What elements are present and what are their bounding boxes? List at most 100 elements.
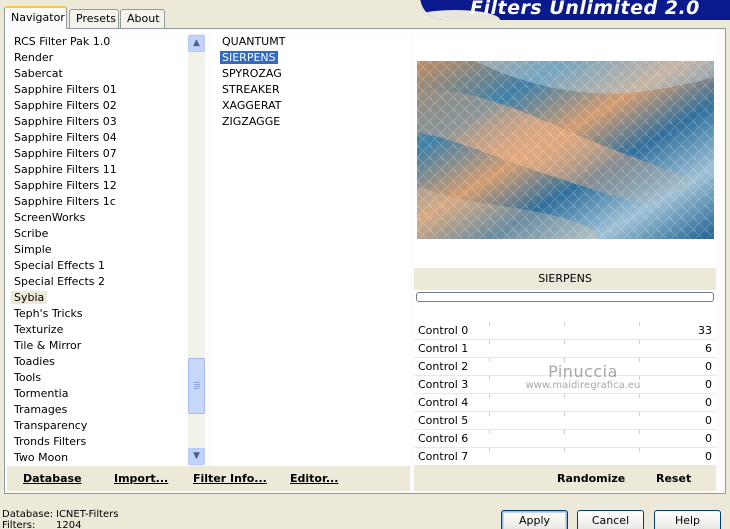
category-item[interactable]: Tile & Mirror: [7, 338, 189, 354]
slider-tick: [564, 358, 565, 362]
filter-item-label: SPYROZAG: [222, 67, 282, 80]
cancel-button[interactable]: Cancel: [577, 510, 644, 529]
slider-tick: [489, 412, 490, 416]
category-item[interactable]: Scribe: [7, 226, 189, 242]
controls-list: Control 0 33 Control 1 6 Control 2 0 Control 3…: [414, 322, 716, 466]
category-item[interactable]: Special Effects 2: [7, 274, 189, 290]
scroll-thumb[interactable]: [188, 358, 205, 414]
help-button[interactable]: Help: [654, 510, 721, 529]
category-item[interactable]: Teph's Tricks: [7, 306, 189, 322]
database-button[interactable]: Database: [23, 472, 82, 485]
category-list[interactable]: RCS Filter Pak 1.0 Render Sabercat Sapphire…: [7, 34, 207, 466]
filter-item-label: XAGGERAT: [222, 99, 282, 112]
filter-info-button[interactable]: Filter Info...: [193, 472, 267, 485]
category-item-label: Sapphire Filters 11: [14, 163, 117, 176]
tab-about[interactable]: About: [120, 9, 165, 28]
category-item[interactable]: Tramages: [7, 402, 189, 418]
randomize-button[interactable]: Randomize: [557, 472, 625, 485]
filter-item-label: SIERPENS: [220, 51, 278, 64]
filter-item[interactable]: ZIGZAGGE: [212, 114, 410, 130]
category-item[interactable]: Tronds Filters: [7, 434, 189, 450]
filter-list[interactable]: QUANTUMT SIERPENS SPYROZAG STREAKER XAGGERAT…: [212, 34, 410, 466]
category-item[interactable]: Sapphire Filters 04: [7, 130, 189, 146]
filter-item[interactable]: STREAKER: [212, 82, 410, 98]
category-item-label: Sapphire Filters 12: [14, 179, 117, 192]
scroll-up-button[interactable]: ▲: [188, 35, 205, 52]
category-item[interactable]: Sapphire Filters 02: [7, 98, 189, 114]
category-item[interactable]: Sapphire Filters 01: [7, 82, 189, 98]
category-item[interactable]: Sybia: [7, 290, 189, 306]
slider-tick: [489, 358, 490, 362]
category-item[interactable]: Sapphire Filters 1c: [7, 194, 189, 210]
control-value: 0: [705, 450, 712, 463]
control-label: Control 3: [418, 378, 469, 391]
category-item[interactable]: Sabercat: [7, 66, 189, 82]
category-item-label: Tramages: [14, 403, 68, 416]
control-value: 0: [705, 414, 712, 427]
import-button[interactable]: Import...: [114, 472, 168, 485]
category-scrollbar[interactable]: ▲ ▼: [188, 34, 205, 466]
tab-navigator[interactable]: Navigator: [4, 6, 67, 29]
category-item[interactable]: Texturize: [7, 322, 189, 338]
app-title: Filters Unlimited 2.0: [470, 0, 700, 19]
category-item[interactable]: Sapphire Filters 03: [7, 114, 189, 130]
slider-tick: [564, 340, 565, 344]
category-item[interactable]: Tormentia: [7, 386, 189, 402]
control-value: 33: [698, 324, 712, 337]
left-toolbar: Database Import... Filter Info... Editor…: [7, 466, 410, 491]
category-item-label: ScreenWorks: [14, 211, 86, 224]
category-item[interactable]: RCS Filter Pak 1.0: [7, 34, 189, 50]
control-label: Control 5: [418, 414, 469, 427]
category-item-label: Toadies: [14, 355, 55, 368]
scroll-down-button[interactable]: ▼: [188, 448, 205, 465]
control-slider-row[interactable]: Control 1 6: [414, 340, 716, 358]
category-item[interactable]: Sapphire Filters 11: [7, 162, 189, 178]
editor-button[interactable]: Editor...: [290, 472, 338, 485]
category-item[interactable]: Sapphire Filters 07: [7, 146, 189, 162]
category-item[interactable]: Transparency: [7, 418, 189, 434]
control-label: Control 0: [418, 324, 469, 337]
category-item-label: Tools: [14, 371, 42, 384]
control-slider-row[interactable]: Control 0 33: [414, 322, 716, 340]
control-value: 0: [705, 432, 712, 445]
selected-filter-name: SIERPENS: [414, 268, 716, 290]
apply-button[interactable]: Apply: [501, 510, 568, 529]
control-slider-row[interactable]: Control 3 0: [414, 376, 716, 394]
slider-tick: [639, 394, 640, 398]
slider-tick: [639, 340, 640, 344]
filter-item[interactable]: XAGGERAT: [212, 98, 410, 114]
category-item-label: Tronds Filters: [14, 435, 87, 448]
slider-tick: [639, 376, 640, 380]
control-label: Control 7: [418, 450, 469, 463]
control-slider-row[interactable]: Control 2 0: [414, 358, 716, 376]
slider-tick: [639, 322, 640, 326]
filter-item[interactable]: QUANTUMT: [212, 34, 410, 50]
control-label: Control 2: [418, 360, 469, 373]
category-item[interactable]: Sapphire Filters 12: [7, 178, 189, 194]
control-slider-row[interactable]: Control 6 0: [414, 430, 716, 448]
control-label: Control 4: [418, 396, 469, 409]
category-item[interactable]: Tools: [7, 370, 189, 386]
control-value: 0: [705, 396, 712, 409]
control-slider-row[interactable]: Control 7 0: [414, 448, 716, 466]
control-value: 0: [705, 378, 712, 391]
filter-item-label: QUANTUMT: [222, 35, 286, 48]
category-item[interactable]: ScreenWorks: [7, 210, 189, 226]
category-item-label: Sapphire Filters 01: [14, 83, 117, 96]
reset-button[interactable]: Reset: [656, 472, 691, 485]
category-item[interactable]: Simple: [7, 242, 189, 258]
status-info: Database: ICNET-Filters Filters: 1204: [2, 509, 119, 529]
category-item[interactable]: Special Effects 1: [7, 258, 189, 274]
slider-tick: [564, 394, 565, 398]
filter-item[interactable]: SPYROZAG: [212, 66, 410, 82]
slider-tick: [564, 412, 565, 416]
category-item[interactable]: Render: [7, 50, 189, 66]
control-slider-row[interactable]: Control 5 0: [414, 412, 716, 430]
filter-item[interactable]: SIERPENS: [212, 50, 410, 66]
control-label: Control 1: [418, 342, 469, 355]
control-slider-row[interactable]: Control 4 0: [414, 394, 716, 412]
category-item[interactable]: Toadies: [7, 354, 189, 370]
tab-presets[interactable]: Presets: [69, 9, 119, 28]
category-item[interactable]: Two Moon: [7, 450, 189, 466]
slider-tick: [639, 358, 640, 362]
